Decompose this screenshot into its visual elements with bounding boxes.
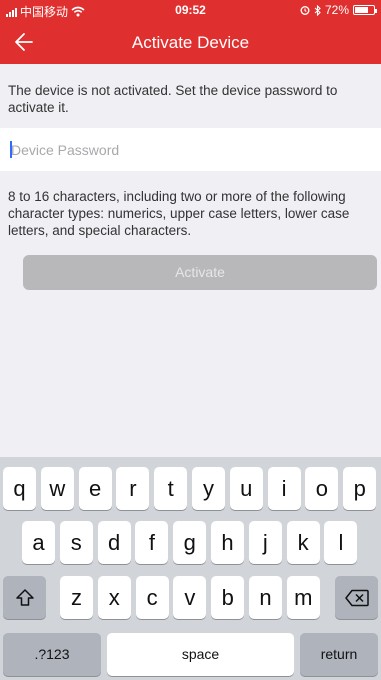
battery-percent: 72%	[324, 3, 349, 17]
key-h[interactable]: h	[211, 521, 244, 564]
key-j[interactable]: j	[248, 521, 282, 564]
key-e[interactable]: e	[78, 467, 112, 510]
shift-key[interactable]	[3, 576, 46, 619]
bluetooth-icon	[314, 4, 321, 16]
key-x[interactable]: x	[97, 576, 131, 619]
keyboard: .?123 space return qwertyuiop asdfghjkl zx…	[0, 457, 381, 680]
alarm-icon	[300, 6, 310, 15]
activation-notice: The device is not activated. Set the dev…	[8, 83, 338, 115]
key-k[interactable]: k	[286, 521, 320, 564]
key-w[interactable]: w	[40, 467, 74, 510]
activate-button[interactable]: Activate	[23, 255, 377, 290]
space-key[interactable]: space	[107, 633, 294, 676]
password-rules: 8 to 16 characters, including two or mor…	[8, 189, 350, 238]
key-a[interactable]: a	[22, 521, 55, 564]
key-d[interactable]: d	[97, 521, 131, 564]
password-field[interactable]	[0, 128, 381, 171]
backspace-key[interactable]	[335, 576, 378, 619]
key-m[interactable]: m	[286, 576, 320, 619]
key-c[interactable]: c	[135, 576, 169, 619]
key-u[interactable]: u	[229, 467, 263, 510]
key-r[interactable]: r	[116, 467, 150, 510]
status-right: 72%	[300, 3, 377, 17]
key-q[interactable]: q	[3, 467, 36, 510]
key-b[interactable]: b	[211, 576, 245, 619]
key-i[interactable]: i	[267, 467, 301, 510]
key-p[interactable]: p	[343, 467, 377, 510]
key-v[interactable]: v	[173, 576, 207, 619]
battery-icon	[353, 5, 377, 15]
key-n[interactable]: n	[249, 576, 282, 619]
key-f[interactable]: f	[135, 521, 169, 564]
backspace-icon	[344, 589, 369, 606]
key-t[interactable]: t	[154, 467, 188, 510]
return-key[interactable]: return	[300, 633, 378, 676]
key-y[interactable]: y	[192, 467, 225, 510]
numbers-key[interactable]: .?123	[3, 633, 101, 676]
key-g[interactable]: g	[173, 521, 207, 564]
device-password-input[interactable]	[11, 128, 371, 171]
nav-bar: Activate Device	[0, 20, 381, 64]
key-z[interactable]: z	[60, 576, 93, 619]
key-s[interactable]: s	[59, 521, 93, 564]
page-title: Activate Device	[131, 33, 250, 52]
key-o[interactable]: o	[305, 467, 339, 510]
key-l[interactable]: l	[324, 521, 358, 564]
shift-icon	[15, 588, 34, 606]
status-bar: 中国移动 09:52 72%	[0, 0, 381, 20]
